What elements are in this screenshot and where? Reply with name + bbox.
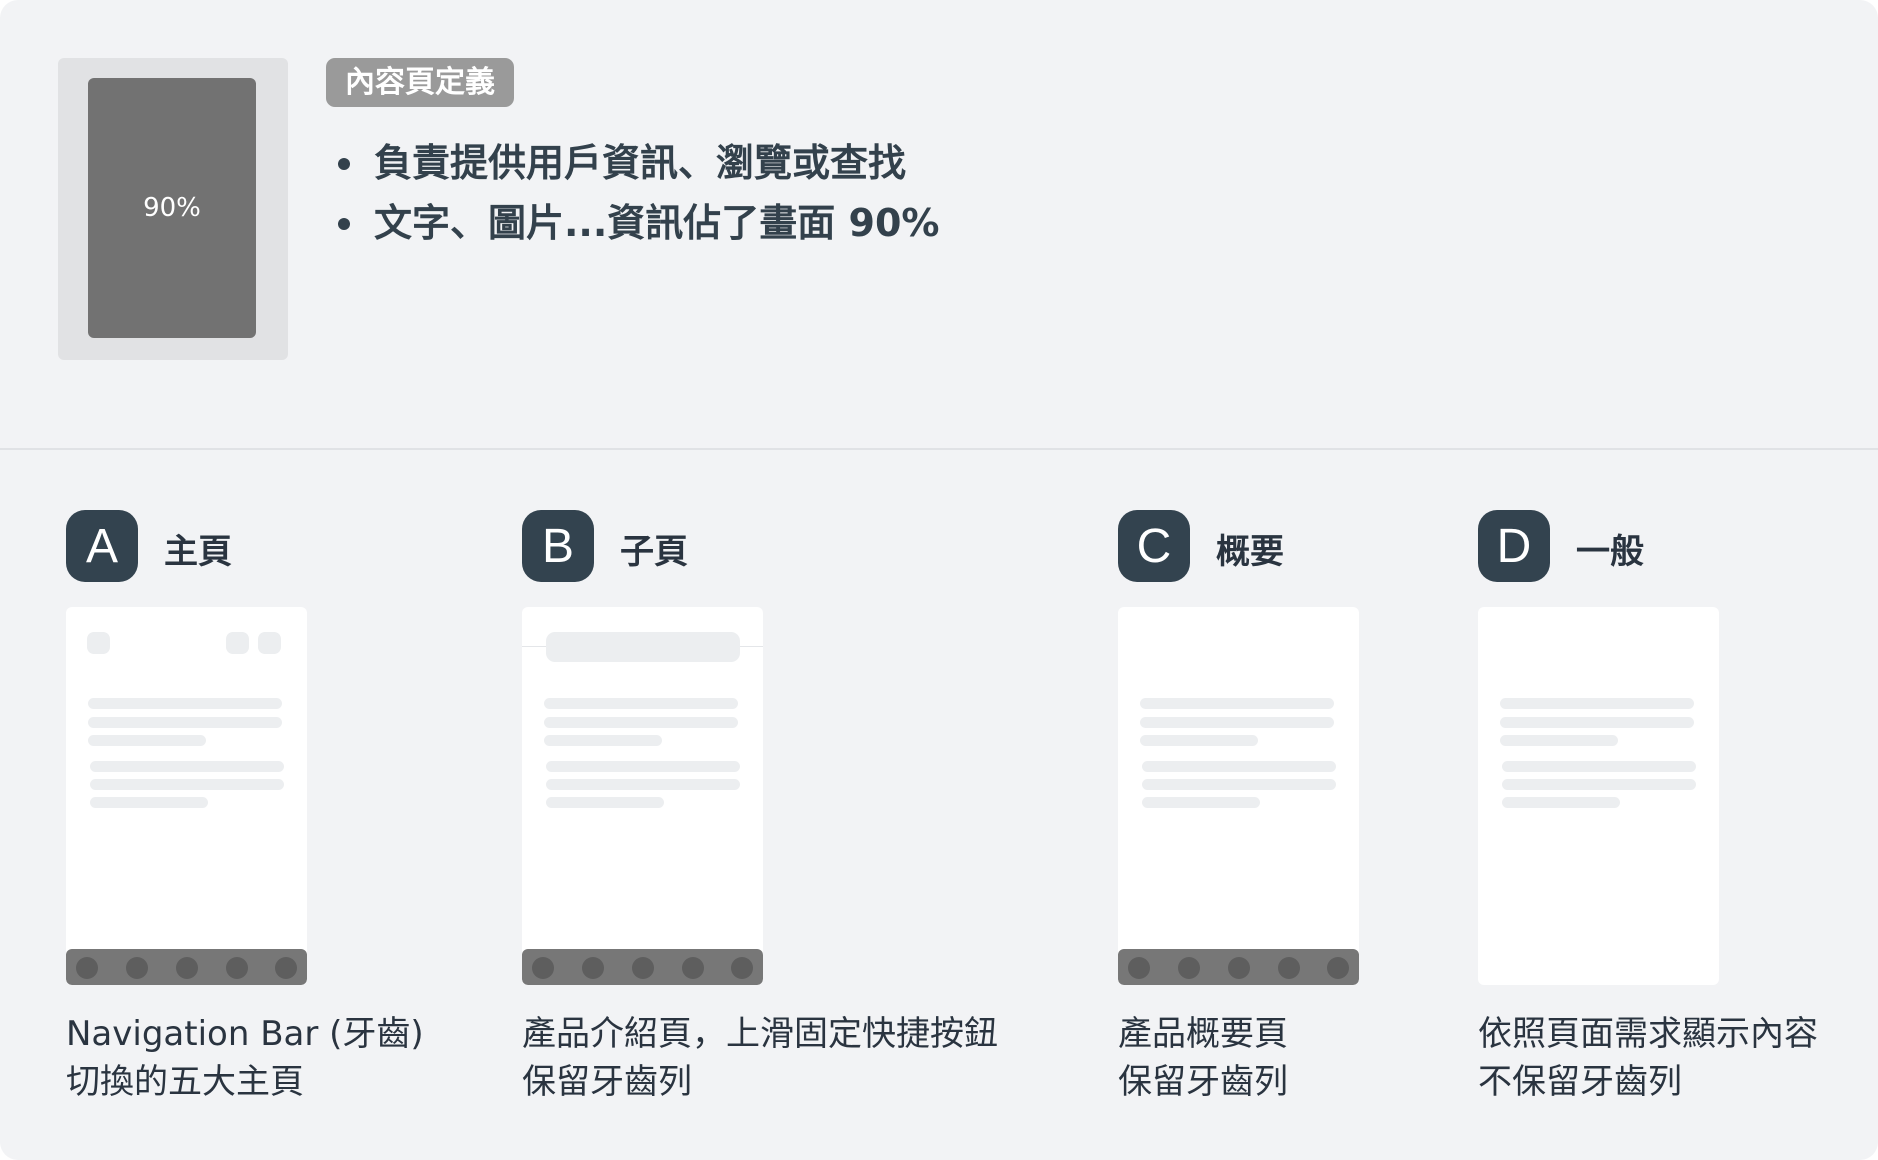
text-line-placeholder bbox=[90, 779, 284, 790]
text-line-placeholder bbox=[1502, 779, 1696, 790]
text-line-placeholder bbox=[1142, 797, 1260, 808]
navigation-bar bbox=[1118, 949, 1359, 985]
nav-tab-dot bbox=[275, 957, 297, 979]
nav-tab-dot bbox=[682, 957, 704, 979]
page-type-title: 子頁 bbox=[620, 532, 688, 572]
text-line-placeholder bbox=[90, 797, 208, 808]
description-line: 保留牙齒列 bbox=[1118, 1062, 1288, 1102]
definition-tag: 內容頁定義 bbox=[326, 58, 514, 107]
header-icon-placeholder bbox=[258, 632, 281, 654]
text-line-placeholder bbox=[1500, 698, 1694, 709]
letter-badge-a: A bbox=[66, 510, 138, 582]
wireframe-sub-page bbox=[522, 607, 763, 985]
description-line: Navigation Bar (牙齒) bbox=[66, 1014, 424, 1054]
nav-tab-dot bbox=[1178, 957, 1200, 979]
page-type-description: 產品介紹頁，上滑固定快捷按鈕 保留牙齒列 bbox=[522, 1010, 998, 1106]
description-line: 不保留牙齒列 bbox=[1478, 1062, 1682, 1102]
text-line-placeholder bbox=[1140, 698, 1334, 709]
letter-badge-d: D bbox=[1478, 510, 1550, 582]
text-line-placeholder bbox=[1500, 735, 1618, 746]
nav-tab-dot bbox=[226, 957, 248, 979]
text-line-placeholder bbox=[1140, 735, 1258, 746]
nav-tab-dot bbox=[76, 957, 98, 979]
page-type-title: 概要 bbox=[1216, 532, 1284, 572]
navigation-bar bbox=[66, 949, 307, 985]
header-icon-placeholder bbox=[87, 632, 110, 654]
text-line-placeholder bbox=[90, 761, 284, 772]
nav-tab-dot bbox=[176, 957, 198, 979]
text-line-placeholder bbox=[546, 797, 664, 808]
letter-badge-c: C bbox=[1118, 510, 1190, 582]
text-line-placeholder bbox=[1140, 717, 1334, 728]
nav-tab-dot bbox=[532, 957, 554, 979]
text-line-placeholder bbox=[1142, 761, 1336, 772]
wireframe-overview-page bbox=[1118, 607, 1359, 985]
page-type-description: 依照頁面需求顯示內容 不保留牙齒列 bbox=[1478, 1010, 1818, 1106]
text-line-placeholder bbox=[544, 698, 738, 709]
description-line: 產品介紹頁，上滑固定快捷按鈕 bbox=[522, 1014, 998, 1054]
nav-tab-dot bbox=[1228, 957, 1250, 979]
text-line-placeholder bbox=[544, 717, 738, 728]
header-icon-placeholder bbox=[226, 632, 249, 654]
description-line: 切換的五大主頁 bbox=[66, 1062, 304, 1102]
text-line-placeholder bbox=[88, 698, 282, 709]
page-type-title: 一般 bbox=[1576, 532, 1644, 572]
definition-point: 文字、圖片...資訊佔了畫面 90% bbox=[336, 193, 940, 253]
content-page-diagram: 90% 內容頁定義 負責提供用戶資訊、瀏覽或查找 文字、圖片...資訊佔了畫面 … bbox=[0, 0, 1878, 1160]
nav-tab-dot bbox=[1278, 957, 1300, 979]
letter-badge-b: B bbox=[522, 510, 594, 582]
description-line: 保留牙齒列 bbox=[522, 1062, 692, 1102]
text-line-placeholder bbox=[544, 735, 662, 746]
nav-tab-dot bbox=[731, 957, 753, 979]
description-line: 產品概要頁 bbox=[1118, 1014, 1288, 1054]
text-line-placeholder bbox=[546, 779, 740, 790]
nav-tab-dot bbox=[632, 957, 654, 979]
page-type-title: 主頁 bbox=[164, 532, 232, 572]
definition-list: 負責提供用戶資訊、瀏覽或查找 文字、圖片...資訊佔了畫面 90% bbox=[336, 133, 940, 253]
nav-tab-dot bbox=[1327, 957, 1349, 979]
header-pill-placeholder bbox=[546, 632, 740, 662]
wireframe-main-page bbox=[66, 607, 307, 985]
description-line: 依照頁面需求顯示內容 bbox=[1478, 1014, 1818, 1054]
text-line-placeholder bbox=[1502, 761, 1696, 772]
definition-point: 負責提供用戶資訊、瀏覽或查找 bbox=[336, 133, 940, 193]
content-ratio-thumbnail: 90% bbox=[58, 58, 288, 360]
content-ratio-label: 90% bbox=[143, 193, 201, 223]
nav-tab-dot bbox=[582, 957, 604, 979]
navigation-bar bbox=[522, 949, 763, 985]
content-area-block: 90% bbox=[88, 78, 256, 338]
text-line-placeholder bbox=[88, 717, 282, 728]
text-line-placeholder bbox=[1142, 779, 1336, 790]
nav-tab-dot bbox=[126, 957, 148, 979]
page-type-description: Navigation Bar (牙齒) 切換的五大主頁 bbox=[66, 1010, 424, 1106]
section-divider bbox=[0, 448, 1878, 450]
text-line-placeholder bbox=[88, 735, 206, 746]
nav-tab-dot bbox=[1128, 957, 1150, 979]
text-line-placeholder bbox=[546, 761, 740, 772]
text-line-placeholder bbox=[1500, 717, 1694, 728]
page-type-description: 產品概要頁 保留牙齒列 bbox=[1118, 1010, 1288, 1106]
wireframe-general-page bbox=[1478, 607, 1719, 985]
text-line-placeholder bbox=[1502, 797, 1620, 808]
